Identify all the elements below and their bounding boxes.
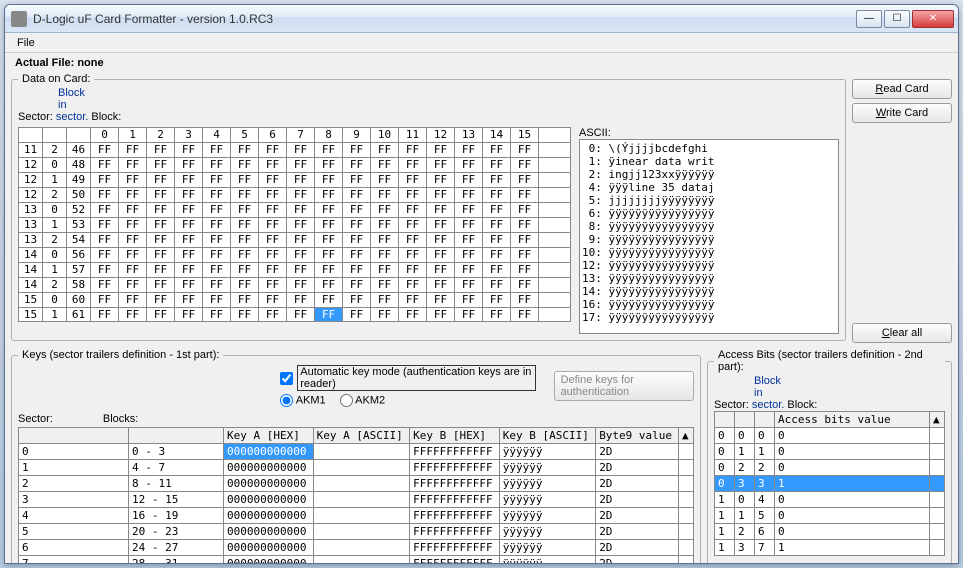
auto-key-checkbox[interactable]	[280, 372, 293, 385]
read-card-button[interactable]: Read Card	[852, 79, 952, 99]
define-keys-button[interactable]: Define keys for authentication	[554, 371, 694, 401]
keys-sector-label: Sector:	[18, 413, 53, 425]
keys-blocks-label: Blocks:	[103, 413, 138, 425]
access-table[interactable]: Access bits value▲0000011002200331104011…	[714, 411, 945, 556]
block-colon: Block:	[91, 111, 121, 123]
access-bits-group: Access Bits (sector trailers definition …	[707, 349, 952, 564]
app-window: D-Logic uF Card Formatter - version 1.0.…	[4, 4, 959, 564]
menu-file[interactable]: File	[11, 35, 41, 51]
menubar: File	[5, 33, 958, 53]
access-sector-dot: sector.	[752, 399, 784, 411]
keys-legend: Keys (sector trailers definition - 1st p…	[18, 349, 223, 361]
titlebar: D-Logic uF Card Formatter - version 1.0.…	[5, 5, 958, 33]
keys-table[interactable]: Key A [HEX]Key A [ASCII]Key B [HEX]Key B…	[18, 427, 694, 564]
sector-dot: sector.	[56, 111, 88, 123]
data-on-card-legend: Data on Card:	[18, 73, 94, 85]
block-label: Block	[58, 87, 85, 99]
keys-group: Keys (sector trailers definition - 1st p…	[11, 349, 701, 564]
access-in-label: in	[754, 387, 763, 399]
actual-file-label: Actual File: none	[11, 55, 952, 71]
in-label: in	[58, 99, 67, 111]
clear-all-button[interactable]: Clear all	[852, 323, 952, 343]
close-button[interactable]: ✕	[912, 10, 954, 28]
app-icon	[11, 11, 27, 27]
akm1-radio[interactable]: AKM1	[280, 394, 325, 407]
ascii-box[interactable]: 0: \(Ýјјјјbcdefghi 1: ÿinear data writ 2…	[579, 139, 839, 334]
ascii-label: ASCII:	[579, 127, 839, 139]
hex-grid[interactable]: 012345678910111213141511246FFFFFFFFFFFFF…	[18, 127, 571, 322]
window-title: D-Logic uF Card Formatter - version 1.0.…	[33, 12, 854, 26]
minimize-button[interactable]: —	[856, 10, 882, 28]
access-legend: Access Bits (sector trailers definition …	[714, 349, 945, 373]
access-sector-label: Sector:	[714, 399, 749, 411]
akm2-radio[interactable]: AKM2	[340, 394, 385, 407]
sector-label: Sector:	[18, 111, 53, 123]
data-on-card-group: Data on Card: Block in Sector: sector. B…	[11, 73, 846, 341]
maximize-button[interactable]: ☐	[884, 10, 910, 28]
write-card-button[interactable]: Write Card	[852, 103, 952, 123]
access-block-colon: Block:	[787, 399, 817, 411]
auto-key-label: Automatic key mode (authentication keys …	[297, 365, 535, 391]
right-buttons: Read Card Write Card Clear all	[852, 71, 952, 343]
access-block-label: Block	[754, 375, 781, 387]
